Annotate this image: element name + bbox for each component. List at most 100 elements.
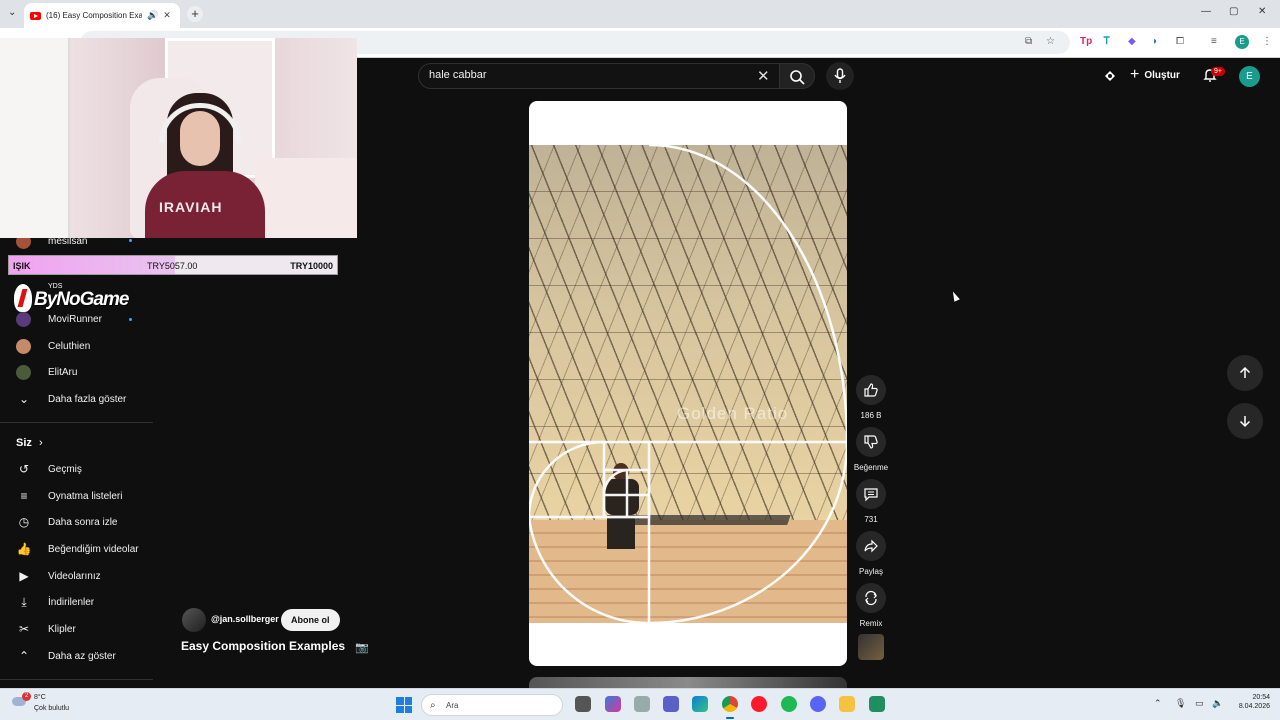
- search-input[interactable]: [429, 69, 729, 81]
- sidebar-item-liked[interactable]: 👍 Beğendiğim videolar: [16, 539, 156, 559]
- maximize-button[interactable]: ▢: [1229, 6, 1238, 17]
- discord-icon[interactable]: [810, 696, 826, 712]
- sidebar-item-label: Oynatma listeleri: [48, 490, 123, 502]
- sidebar-item-history[interactable]: ↺ Geçmiş: [16, 459, 156, 479]
- microphone-tray-icon[interactable]: 🎙: [1175, 698, 1186, 709]
- search-icon: ⌕: [430, 700, 436, 711]
- volume-icon[interactable]: 🔈: [1212, 698, 1223, 709]
- remix-action[interactable]: Remix: [852, 583, 890, 628]
- subscription-item[interactable]: Celuthien: [16, 336, 156, 356]
- sidebar-item-watch-later[interactable]: ◷ Daha sonra izle: [16, 512, 156, 532]
- chrome-icon[interactable]: [722, 696, 738, 712]
- edge-icon[interactable]: [692, 696, 708, 712]
- show-less-button[interactable]: ⌃ Daha az göster: [16, 646, 156, 666]
- thumbs-down-icon: [864, 435, 878, 449]
- short-title[interactable]: Easy Composition Examples: [181, 639, 345, 653]
- teams-icon[interactable]: [663, 696, 679, 712]
- tab-close-icon[interactable]: ✕: [163, 10, 171, 21]
- settings-gear-icon[interactable]: [634, 696, 650, 712]
- next-short-button[interactable]: [1227, 403, 1263, 439]
- arrow-down-icon: [1239, 416, 1251, 428]
- sidebar-item-downloads[interactable]: ⤓ İndirilenler: [16, 592, 156, 612]
- golden-ratio-text: Golden Ratio: [677, 404, 789, 423]
- subscription-item[interactable]: ElitAru: [16, 362, 156, 382]
- playlists-icon: ≡: [20, 489, 28, 503]
- extension-blue-icon[interactable]: ◗: [1152, 36, 1158, 47]
- whatsapp-icon[interactable]: [869, 696, 885, 712]
- browser-menu-icon[interactable]: ⋮: [1262, 36, 1272, 47]
- show-more-label: Daha fazla göster: [48, 393, 127, 405]
- previous-short-button[interactable]: [1227, 355, 1263, 391]
- tab-title: (16) Easy Composition Exam: [46, 11, 142, 20]
- comments-button[interactable]: [856, 479, 886, 509]
- extension-purple-icon[interactable]: ◆: [1128, 36, 1136, 47]
- task-view-icon[interactable]: [575, 696, 591, 712]
- copilot-icon[interactable]: [605, 696, 621, 712]
- tray-overflow-icon[interactable]: ⌃: [1154, 698, 1162, 709]
- close-window-button[interactable]: ✕: [1258, 6, 1266, 17]
- start-button[interactable]: [396, 697, 412, 713]
- channel-avatar[interactable]: [182, 608, 206, 632]
- account-avatar[interactable]: E: [1239, 66, 1260, 87]
- system-clock[interactable]: 20:54 8.04.2026: [1232, 694, 1270, 710]
- bookmark-star-icon[interactable]: ☆: [1046, 36, 1055, 47]
- channel-name[interactable]: @jan.sollberger: [211, 614, 279, 624]
- sidebar-item-clips[interactable]: ✂ Klipler: [16, 619, 156, 639]
- opera-icon[interactable]: [751, 696, 767, 712]
- show-more-button[interactable]: ⌄ Daha fazla göster: [16, 389, 156, 409]
- reading-list-icon[interactable]: ≡: [1211, 36, 1217, 47]
- remix-icon: [865, 590, 877, 606]
- like-action[interactable]: 186 B: [852, 375, 890, 420]
- search-box[interactable]: ✕: [418, 63, 780, 89]
- dislike-action[interactable]: Beğenme: [852, 427, 890, 472]
- share-action[interactable]: Paylaş: [852, 531, 890, 576]
- taskbar-search-placeholder: Ara: [446, 701, 459, 710]
- dislike-label: Beğenme: [853, 463, 889, 472]
- sidebar-item-playlists[interactable]: ≡ Oynatma listeleri: [16, 486, 156, 506]
- like-button[interactable]: [856, 375, 886, 405]
- share-button[interactable]: [856, 531, 886, 561]
- tab-search-chevron-icon[interactable]: ⌄: [8, 7, 16, 18]
- speaker-icon[interactable]: 🔊: [147, 10, 158, 21]
- share-icon: [864, 539, 878, 553]
- install-app-icon[interactable]: ⧉: [1025, 36, 1032, 47]
- browser-tab[interactable]: (16) Easy Composition Exam 🔊 ✕: [24, 3, 180, 28]
- webcam-overlay: IRAVIAH: [0, 38, 357, 238]
- minimize-button[interactable]: —: [1201, 6, 1211, 17]
- hoodie-print: IRAVIAH: [159, 199, 223, 215]
- chevron-up-icon: ⌃: [18, 649, 30, 663]
- extension-red-icon[interactable]: Tp: [1080, 36, 1092, 47]
- short-video-player[interactable]: Golden Ratio: [529, 101, 847, 666]
- mouse-cursor: [950, 290, 960, 302]
- voice-search-button[interactable]: [826, 62, 854, 90]
- extensions-puzzle-icon[interactable]: ⧠: [1176, 36, 1184, 47]
- comments-action[interactable]: 731: [852, 479, 890, 524]
- downloads-icon: ⤓: [21, 594, 27, 609]
- comment-icon: [864, 488, 878, 502]
- subscription-item[interactable]: MoviRunner: [16, 309, 156, 329]
- sidebar-item-your-videos[interactable]: ▶ Videolarınız: [16, 566, 156, 586]
- next-short-preview[interactable]: [529, 677, 847, 688]
- studio-icon[interactable]: [1102, 68, 1118, 84]
- windows-taskbar: 2 8°C Çok bulutlu ⌕ Ara ⌃ 🎙 ▭ 🔈 20:54 8.…: [0, 688, 1280, 720]
- file-explorer-icon[interactable]: [839, 696, 855, 712]
- subscribe-button[interactable]: Abone ol: [281, 609, 340, 631]
- subscription-label: Celuthien: [48, 340, 91, 352]
- bynogame-logo-icon: [14, 284, 32, 312]
- sound-thumbnail[interactable]: [858, 634, 884, 660]
- remix-button[interactable]: [856, 583, 886, 613]
- search-button[interactable]: [779, 63, 815, 89]
- sidebar-item-label: Videolarınız: [48, 570, 101, 582]
- clear-search-icon[interactable]: ✕: [757, 67, 770, 85]
- logo-text: ByNoGame: [34, 289, 129, 310]
- you-section-heading[interactable]: Siz ›: [16, 437, 43, 449]
- extension-translate-icon[interactable]: Ꭲ: [1104, 36, 1110, 47]
- show-less-label: Daha az göster: [48, 650, 116, 662]
- dislike-button[interactable]: [856, 427, 886, 457]
- new-tab-button[interactable]: +: [187, 6, 203, 22]
- network-icon[interactable]: ▭: [1195, 698, 1204, 709]
- spotify-icon[interactable]: [781, 696, 797, 712]
- taskbar-search[interactable]: ⌕ Ara: [421, 694, 563, 716]
- browser-profile-avatar[interactable]: E: [1235, 35, 1249, 49]
- create-button[interactable]: + Oluştur: [1130, 66, 1180, 84]
